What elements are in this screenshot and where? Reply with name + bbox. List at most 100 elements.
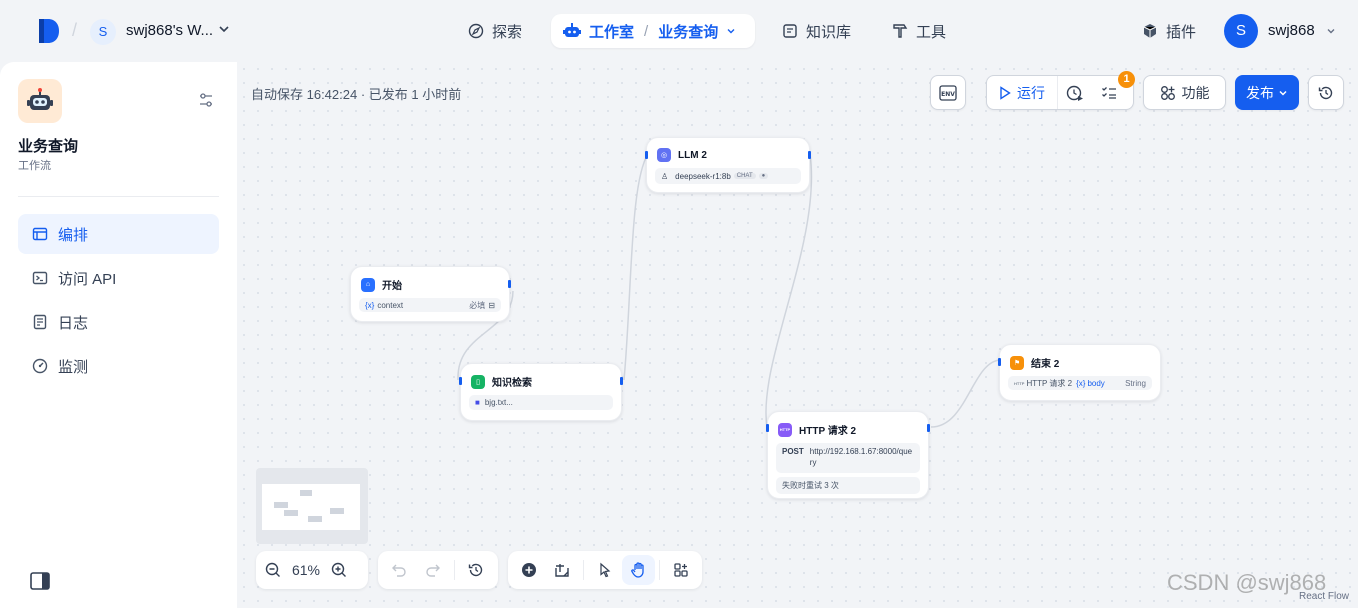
undo-button[interactable] — [382, 555, 416, 585]
node-input-handle[interactable] — [459, 377, 462, 385]
sliders-icon[interactable] — [198, 92, 214, 108]
sidebar-item-label: 访问 API — [58, 270, 117, 288]
node-knowledge-dataset: ■ bjg.txt... — [469, 395, 613, 410]
nav-plugin-label: 插件 — [1166, 23, 1197, 41]
node-output-handle[interactable] — [927, 424, 930, 432]
http-icon: HTTP — [1014, 380, 1025, 386]
http-url: http://192.168.1.67:8000/query — [809, 447, 913, 467]
cursor-icon — [600, 562, 611, 578]
nav-studio[interactable]: 工作室 / 业务查询 — [551, 14, 755, 48]
minimap-node — [330, 508, 344, 514]
node-llm[interactable]: ◎ LLM 2 ♙ deepseek-r1:8b CHAT ● — [645, 137, 811, 193]
node-knowledge-title: 知识检索 — [492, 378, 532, 389]
current-app-label[interactable]: 业务查询 — [658, 21, 718, 42]
user-name[interactable]: swj868 — [1268, 22, 1315, 39]
workspace-avatar[interactable]: S — [90, 19, 116, 45]
zoom-out-icon — [265, 562, 280, 577]
node-llm-model: ♙ deepseek-r1:8b CHAT ● — [655, 168, 801, 184]
app-icon[interactable] — [18, 79, 62, 123]
http-icon: HTTP — [778, 422, 792, 437]
chevron-down-icon[interactable] — [726, 26, 736, 36]
nav-tools[interactable]: 工具 — [892, 14, 946, 48]
ollama-icon: ♙ — [661, 171, 669, 181]
pointer-mode-button[interactable] — [588, 555, 622, 585]
zoom-out-button[interactable] — [260, 555, 286, 585]
workspace-name[interactable]: swj868's W... — [126, 22, 213, 39]
chevron-down-icon[interactable] — [1326, 26, 1336, 36]
controls-divider — [583, 560, 585, 580]
minimap-node — [284, 510, 298, 516]
redo-icon — [426, 564, 440, 577]
zoom-in-button[interactable] — [326, 555, 352, 585]
history-icon — [468, 563, 483, 577]
node-output-handle[interactable] — [808, 151, 811, 159]
minimap-node — [300, 490, 312, 496]
nav-studio-label: 工作室 — [589, 23, 635, 41]
undo-icon — [392, 564, 406, 577]
redo-button[interactable] — [416, 555, 450, 585]
robot-avatar-icon — [27, 88, 53, 110]
chevron-down-icon[interactable] — [218, 23, 230, 35]
node-start[interactable]: ⌂ 开始 {x} context 必填 ⊟ — [350, 266, 511, 322]
sidebar-item-logs[interactable]: 日志 — [18, 302, 219, 342]
add-note-button[interactable] — [546, 555, 580, 585]
node-input-handle[interactable] — [766, 424, 769, 432]
sidebar-item-label: 监测 — [58, 358, 89, 376]
controls-divider — [659, 560, 661, 580]
node-output-handle[interactable] — [508, 280, 511, 288]
workflow-canvas[interactable]: 自动保存 16:42:24 · 已发布 1 小时前 ENV 运行 1 功能 发布 — [237, 62, 1358, 608]
sidebar-item-api[interactable]: 访问 API — [18, 258, 219, 298]
user-avatar[interactable]: S — [1224, 14, 1258, 48]
zoom-controls: 61% — [256, 551, 368, 589]
nav-knowledge[interactable]: 知识库 — [782, 14, 851, 48]
minimap[interactable] — [256, 468, 368, 544]
organize-nodes-button[interactable] — [664, 555, 698, 585]
sidebar-collapse-icon[interactable] — [30, 572, 50, 590]
zoom-in-icon — [331, 562, 346, 577]
http-retry-label: 失败时重试 3 次 — [782, 481, 839, 490]
workflow-history-button[interactable] — [459, 555, 493, 585]
node-input-handle[interactable] — [998, 358, 1001, 366]
nav-plugin[interactable]: 插件 — [1142, 14, 1196, 48]
node-input-handle[interactable] — [645, 151, 648, 159]
end-source-node: HTTP 请求 2 — [1026, 378, 1073, 388]
nav-tools-label: 工具 — [916, 23, 947, 41]
node-output-handle[interactable] — [620, 377, 623, 385]
llm-mode-chip: CHAT — [733, 173, 756, 179]
node-end-title: 结束 2 — [1031, 359, 1060, 370]
add-node-button[interactable] — [512, 555, 546, 585]
app-name: 业务查询 — [18, 138, 79, 155]
node-llm-title: LLM 2 — [678, 149, 707, 161]
node-http-request[interactable]: HTTP HTTP 请求 2 POST http://192.168.1.67:… — [766, 411, 930, 499]
minimap-node — [308, 516, 322, 522]
robot-icon — [563, 23, 581, 37]
breadcrumb-slash: / — [72, 20, 78, 40]
hammer-icon — [893, 24, 908, 38]
node-end[interactable]: ⚑ 结束 2 HTTP HTTP 请求 2 {x} body String — [998, 344, 1161, 401]
edge-knowledge-llm — [623, 153, 649, 381]
dify-logo-icon[interactable] — [36, 18, 60, 44]
book-open-icon: ▯ — [471, 374, 485, 389]
hand-mode-button[interactable] — [621, 555, 656, 585]
sidebar-item-monitor[interactable]: 监测 — [18, 346, 219, 386]
terminal-icon — [32, 271, 48, 285]
react-flow-attribution[interactable]: React Flow — [1299, 591, 1349, 602]
book-icon — [783, 24, 797, 38]
node-http-title: HTTP 请求 2 — [799, 426, 857, 437]
variable-icon: {x} — [365, 300, 375, 310]
nav-explore[interactable]: 探索 — [468, 14, 522, 48]
node-knowledge-retrieval[interactable]: ▯ 知识检索 ■ bjg.txt... — [459, 363, 623, 421]
history-controls — [378, 551, 498, 589]
variable-icon: {x} — [1076, 378, 1086, 388]
zoom-level[interactable]: 61% — [286, 562, 326, 578]
sticky-note-icon — [555, 564, 570, 577]
start-var-name: context — [377, 300, 404, 310]
compass-icon — [468, 23, 484, 39]
layout-grid-icon — [674, 563, 688, 577]
edge-http-end — [930, 359, 1001, 428]
log-icon — [33, 314, 47, 330]
node-http-request-line: POST http://192.168.1.67:8000/query — [776, 443, 920, 473]
llm-icon: ◎ — [657, 148, 671, 162]
sidebar-item-orchestrate[interactable]: 编排 — [18, 214, 219, 254]
sidebar-item-label: 编排 — [58, 226, 89, 244]
